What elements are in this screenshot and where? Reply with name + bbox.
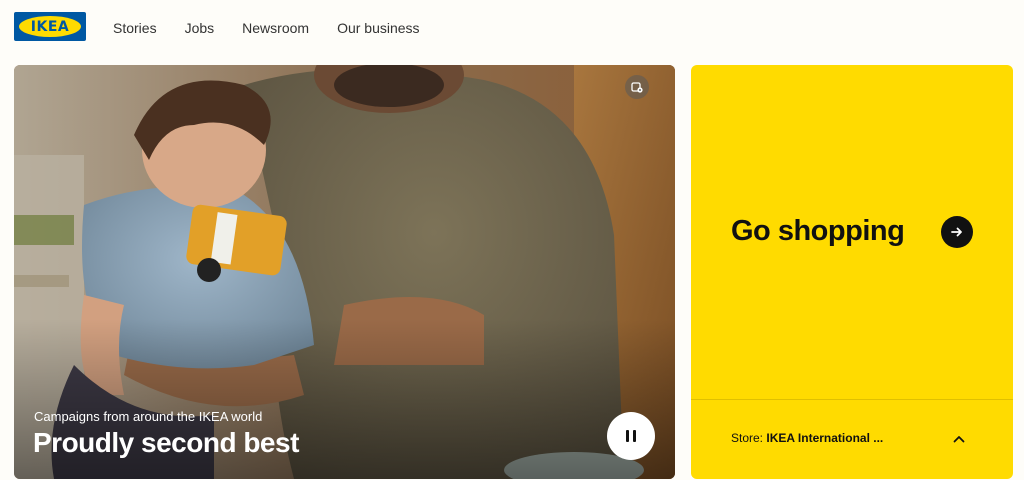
site-header: IKEA Stories Jobs Newsroom Our business <box>0 0 1024 56</box>
logo-text: IKEA <box>30 18 70 35</box>
go-shopping-title: Go shopping <box>731 215 905 247</box>
go-shopping-link[interactable]: Go shopping <box>691 65 1013 399</box>
ikea-logo[interactable]: IKEA <box>14 12 86 41</box>
media-settings-button[interactable] <box>625 75 649 99</box>
nav-item-stories[interactable]: Stories <box>113 21 157 35</box>
main-nav: Stories Jobs Newsroom Our business <box>113 0 448 56</box>
store-label: Store: <box>731 431 767 445</box>
hero-kicker: Campaigns from around the IKEA world <box>34 409 263 424</box>
media-settings-icon <box>631 82 643 93</box>
store-name: IKEA International ... <box>766 431 884 445</box>
arrow-right-button[interactable] <box>941 216 973 248</box>
pause-button[interactable] <box>607 412 655 460</box>
nav-item-newsroom[interactable]: Newsroom <box>242 21 309 35</box>
nav-item-our-business[interactable]: Our business <box>337 21 419 35</box>
logo-oval: IKEA <box>19 16 81 37</box>
store-selector[interactable]: Store: IKEA International ... <box>691 400 1013 479</box>
pause-icon <box>626 430 629 442</box>
nav-item-jobs[interactable]: Jobs <box>185 21 215 35</box>
arrow-right-icon <box>951 227 962 237</box>
go-shopping-panel: Go shopping Store: IKEA International ..… <box>691 65 1013 479</box>
pause-icon-bar <box>633 430 636 442</box>
hero-video[interactable]: Campaigns from around the IKEA world Pro… <box>14 65 675 479</box>
chevron-up-icon[interactable] <box>952 432 966 446</box>
hero-title[interactable]: Proudly second best <box>33 429 299 457</box>
store-text: Store: IKEA International ... <box>731 432 883 444</box>
